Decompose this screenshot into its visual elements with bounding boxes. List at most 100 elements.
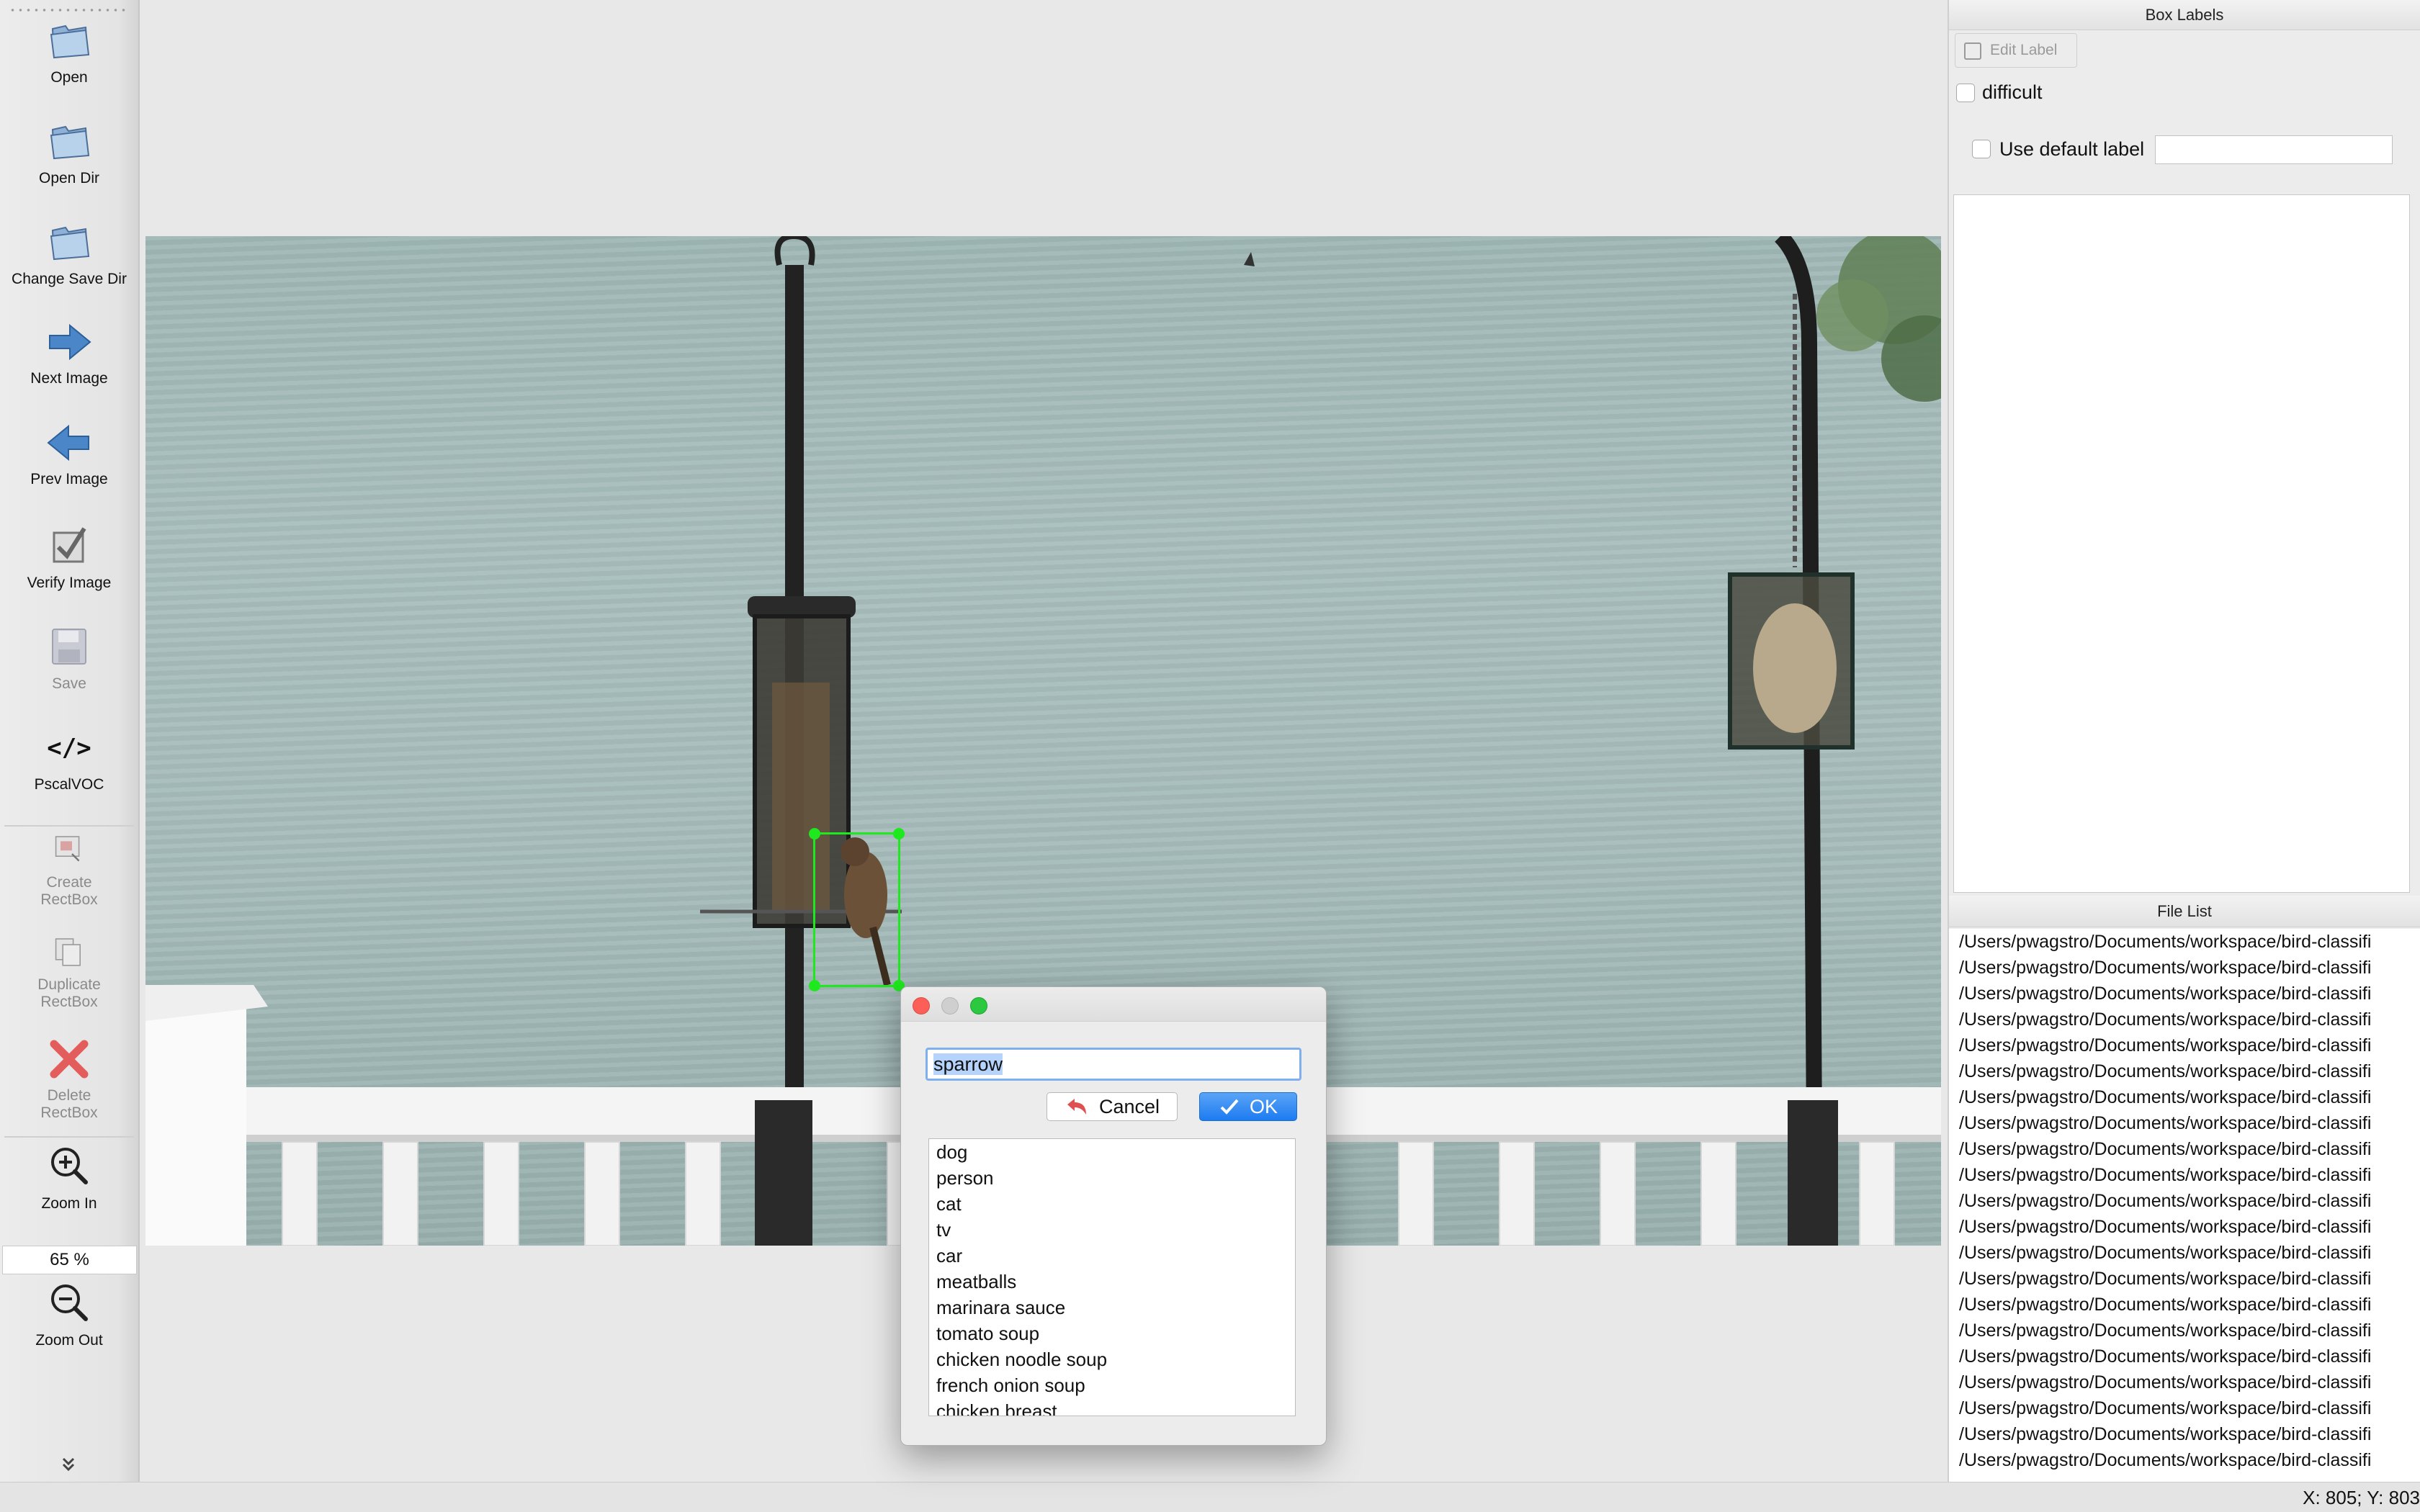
label-suggestion-item[interactable]: french onion soup (929, 1372, 1295, 1398)
toolbar-separator (4, 825, 134, 827)
save-label: Save (52, 675, 86, 692)
zoom-value-spinbox[interactable]: 65 % (2, 1246, 137, 1274)
file-list-item[interactable]: /Users/pwagstro/Documents/workspace/bird… (1949, 1421, 2420, 1447)
delete-rectbox-label-1: Delete (47, 1087, 91, 1104)
label-suggestion-item[interactable]: person (929, 1165, 1295, 1191)
file-list-item[interactable]: /Users/pwagstro/Documents/workspace/bird… (1949, 1162, 2420, 1188)
cancel-button[interactable]: Cancel (1047, 1092, 1178, 1121)
default-label-input[interactable] (2155, 135, 2393, 164)
zoom-in-label: Zoom In (41, 1195, 97, 1212)
arrow-left-icon (47, 424, 89, 462)
label-suggestion-item[interactable]: meatballs (929, 1269, 1295, 1295)
label-name-input[interactable]: sparrow (926, 1048, 1301, 1081)
file-list-item[interactable]: /Users/pwagstro/Documents/workspace/bird… (1949, 1058, 2420, 1084)
create-rectbox-label-1: Create (46, 874, 92, 891)
open-button[interactable]: Open (0, 16, 138, 86)
file-list-item[interactable]: /Users/pwagstro/Documents/workspace/bird… (1949, 1214, 2420, 1240)
zoom-window-icon[interactable] (970, 997, 987, 1014)
file-list-item[interactable]: /Users/pwagstro/Documents/workspace/bird… (1949, 1240, 2420, 1266)
box-labels-title: Box Labels (1949, 0, 2420, 30)
minimize-window-icon[interactable] (941, 997, 959, 1014)
bounding-box[interactable] (809, 828, 905, 991)
cancel-label: Cancel (1098, 1096, 1160, 1117)
folder-icon (50, 125, 90, 160)
use-default-label-checkbox[interactable] (1972, 140, 1991, 158)
edit-label-text: Edit Label (1990, 42, 2058, 58)
ok-label: OK (1249, 1096, 1278, 1117)
file-list-item[interactable]: /Users/pwagstro/Documents/workspace/bird… (1949, 1292, 2420, 1318)
label-suggestion-item[interactable]: tomato soup (929, 1320, 1295, 1346)
file-list-item[interactable]: /Users/pwagstro/Documents/workspace/bird… (1949, 1110, 2420, 1136)
next-image-label: Next Image (30, 370, 108, 387)
duplicate-rectbox-button[interactable]: Duplicate RectBox (0, 933, 138, 1011)
zoom-out-label: Zoom Out (35, 1332, 103, 1349)
label-input-text: sparrow (933, 1053, 1003, 1075)
pascal-voc-label: PscalVOC (34, 776, 104, 793)
delete-x-icon (50, 1040, 89, 1079)
file-list-item[interactable]: /Users/pwagstro/Documents/workspace/bird… (1949, 1188, 2420, 1214)
save-button[interactable]: Save (0, 622, 138, 693)
create-rectbox-icon (55, 836, 80, 862)
open-dir-button[interactable]: Open Dir (0, 117, 138, 187)
label-suggestion-item[interactable]: dog (929, 1139, 1295, 1165)
delete-rectbox-button[interactable]: Delete RectBox (0, 1034, 138, 1122)
verify-image-label: Verify Image (27, 575, 112, 591)
label-suggestion-item[interactable]: car (929, 1243, 1295, 1269)
open-dir-label: Open Dir (38, 170, 100, 186)
arrow-right-icon (49, 323, 91, 361)
file-list-item[interactable]: /Users/pwagstro/Documents/workspace/bird… (1949, 1447, 2420, 1473)
prev-image-label: Prev Image (30, 471, 108, 487)
label-suggestion-item[interactable]: chicken noodle soup (929, 1346, 1295, 1372)
dialog-titlebar[interactable] (901, 987, 1326, 1022)
next-image-button[interactable]: Next Image (0, 317, 138, 387)
bbox-handle[interactable] (893, 828, 905, 840)
label-suggestion-item[interactable]: chicken breast (929, 1398, 1295, 1416)
create-rectbox-label-2: RectBox (40, 891, 98, 908)
file-list-item[interactable]: /Users/pwagstro/Documents/workspace/bird… (1949, 1344, 2420, 1369)
file-list-item[interactable]: /Users/pwagstro/Documents/workspace/bird… (1949, 1136, 2420, 1162)
edit-label-button[interactable]: Edit Label (1955, 33, 2077, 68)
zoom-in-button[interactable]: Zoom In (0, 1142, 138, 1212)
create-rectbox-button[interactable]: Create RectBox (0, 831, 138, 909)
close-window-icon[interactable] (913, 997, 930, 1014)
file-list-item[interactable]: /Users/pwagstro/Documents/workspace/bird… (1949, 1395, 2420, 1421)
zoom-out-button[interactable]: Zoom Out (0, 1279, 138, 1349)
pascal-voc-format-button[interactable]: </> PscalVOC (0, 723, 138, 793)
file-list[interactable]: /Users/pwagstro/Documents/workspace/bird… (1949, 929, 2420, 1482)
box-label-list[interactable] (1953, 194, 2410, 893)
file-list-item[interactable]: /Users/pwagstro/Documents/workspace/bird… (1949, 981, 2420, 1007)
code-icon: </> (47, 734, 91, 762)
cursor-coordinates: X: 805; Y: 803 (2303, 1487, 2420, 1508)
file-list-item[interactable]: /Users/pwagstro/Documents/workspace/bird… (1949, 1084, 2420, 1110)
prev-image-button[interactable]: Prev Image (0, 418, 138, 488)
ok-button[interactable]: OK (1199, 1092, 1297, 1121)
undo-arrow-icon (1067, 1099, 1086, 1115)
right-dock: Box Labels Edit Label difficult Use defa… (1948, 0, 2420, 1482)
file-list-item[interactable]: /Users/pwagstro/Documents/workspace/bird… (1949, 955, 2420, 981)
open-label: Open (50, 69, 88, 86)
file-list-item[interactable]: /Users/pwagstro/Documents/workspace/bird… (1949, 1369, 2420, 1395)
label-dialog: sparrow Cancel OK dog person cat tv car meatb… (900, 986, 1327, 1446)
file-list-item[interactable]: /Users/pwagstro/Documents/workspace/bird… (1949, 1266, 2420, 1292)
folder-icon (50, 24, 90, 59)
file-list-title: File List (1949, 896, 2420, 927)
double-chevron-down-icon[interactable] (58, 1453, 79, 1475)
file-list-item[interactable]: /Users/pwagstro/Documents/workspace/bird… (1949, 929, 2420, 955)
status-bar: X: 805; Y: 803 (0, 1482, 2420, 1512)
bbox-handle[interactable] (809, 980, 820, 991)
verify-image-button[interactable]: Verify Image (0, 521, 138, 592)
duplicate-rectbox-label-2: RectBox (40, 994, 98, 1010)
file-list-item[interactable]: /Users/pwagstro/Documents/workspace/bird… (1949, 1032, 2420, 1058)
bbox-handle[interactable] (809, 828, 820, 840)
file-list-item[interactable]: /Users/pwagstro/Documents/workspace/bird… (1949, 1318, 2420, 1344)
difficult-label: difficult (1982, 81, 2043, 103)
difficult-checkbox[interactable] (1956, 84, 1975, 102)
change-save-dir-button[interactable]: Change Save Dir (0, 217, 138, 288)
label-suggestion-item[interactable]: tv (929, 1217, 1295, 1243)
toolbar-grip[interactable] (9, 9, 130, 12)
label-suggestion-list[interactable]: dog person cat tv car meatballs marinara sauce… (928, 1138, 1296, 1416)
label-suggestion-item[interactable]: marinara sauce (929, 1295, 1295, 1320)
checkmark-icon (1220, 1099, 1239, 1115)
file-list-item[interactable]: /Users/pwagstro/Documents/workspace/bird… (1949, 1007, 2420, 1032)
label-suggestion-item[interactable]: cat (929, 1191, 1295, 1217)
